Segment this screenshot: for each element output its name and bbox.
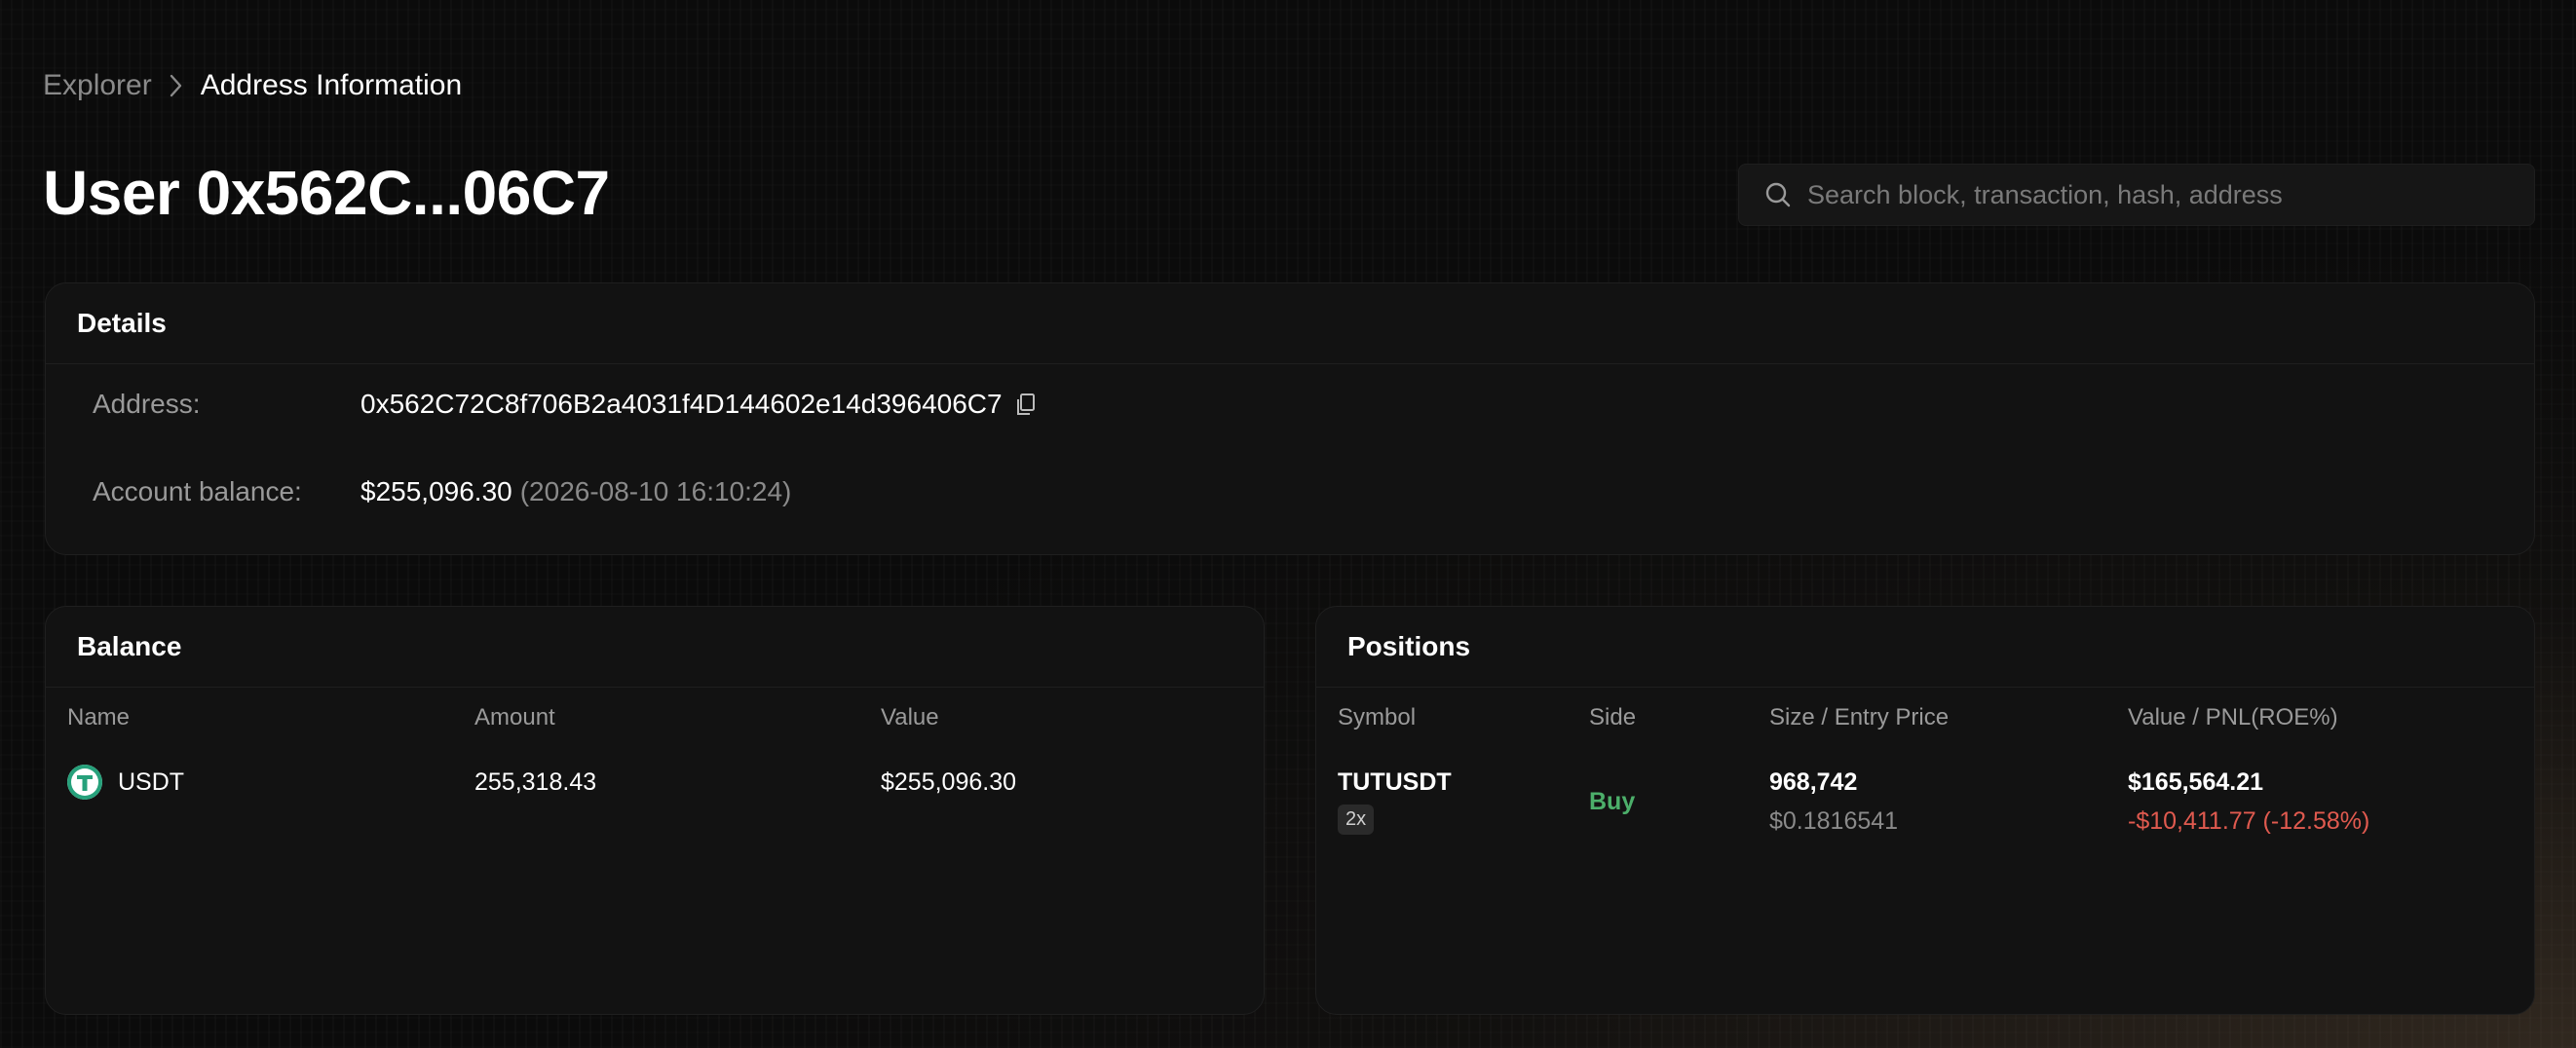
leverage-badge-wrap: 2x	[1338, 804, 1375, 835]
breadcrumb-current: Address Information	[200, 69, 463, 101]
search-input[interactable]	[1805, 178, 2491, 211]
address-label: Address:	[93, 389, 201, 419]
chevron-right-icon	[168, 73, 185, 98]
balance-amount: 255,318.43	[474, 768, 597, 796]
positions-card: Positions Symbol Side Size / Entry Price…	[1315, 606, 2535, 1015]
balance-value: $255,096.30	[881, 768, 1017, 796]
position-pnl: -$10,411.77 (-12.58%)	[2128, 807, 2370, 835]
address-row: Address: 0x562C72C8f706B2a4031f4D144602e…	[93, 389, 1038, 420]
account-balance-row: Account balance: $255,096.30 (2026-08-10…	[93, 476, 791, 507]
balance-card: Balance Name Amount Value USDT 255,318.4…	[45, 606, 1265, 1015]
account-balance-label: Account balance:	[93, 476, 302, 506]
copy-icon[interactable]	[1014, 392, 1038, 417]
balance-col-amount: Amount	[474, 704, 555, 730]
balance-col-value: Value	[881, 704, 939, 730]
position-value: $165,564.21	[2128, 768, 2264, 796]
search-icon	[1764, 181, 1792, 208]
position-size: 968,742	[1769, 768, 1858, 796]
details-title: Details	[46, 283, 2534, 364]
position-side: Buy	[1589, 788, 1636, 815]
positions-title: Positions	[1316, 607, 2534, 688]
leverage-badge: 2x	[1338, 805, 1375, 835]
search-box[interactable]	[1738, 164, 2535, 226]
positions-col-size: Size / Entry Price	[1769, 704, 1950, 730]
position-entry-price: $0.1816541	[1769, 807, 1899, 835]
positions-col-value: Value / PNL(ROE%)	[2128, 704, 2338, 730]
address-value: 0x562C72C8f706B2a4031f4D144602e14d396406…	[360, 389, 1003, 419]
positions-col-symbol: Symbol	[1338, 704, 1417, 730]
tether-icon	[67, 765, 102, 800]
balance-token-name: USDT	[118, 767, 185, 796]
balance-title: Balance	[46, 607, 1264, 688]
breadcrumb-explorer-link[interactable]: Explorer	[43, 69, 152, 102]
balance-timestamp: (2026-08-10 16:10:24)	[519, 476, 792, 506]
account-balance-value: $255,096.30	[360, 476, 512, 506]
balance-token-cell: USDT	[67, 765, 184, 800]
details-card: Details Address: 0x562C72C8f706B2a4031f4…	[45, 282, 2535, 555]
breadcrumb: Explorer Address Information	[43, 62, 462, 109]
balance-col-name: Name	[67, 704, 131, 730]
position-symbol: TUTUSDT	[1338, 768, 1452, 796]
positions-col-side: Side	[1589, 704, 1637, 730]
page-title: User 0x562C...06C7	[43, 158, 610, 228]
